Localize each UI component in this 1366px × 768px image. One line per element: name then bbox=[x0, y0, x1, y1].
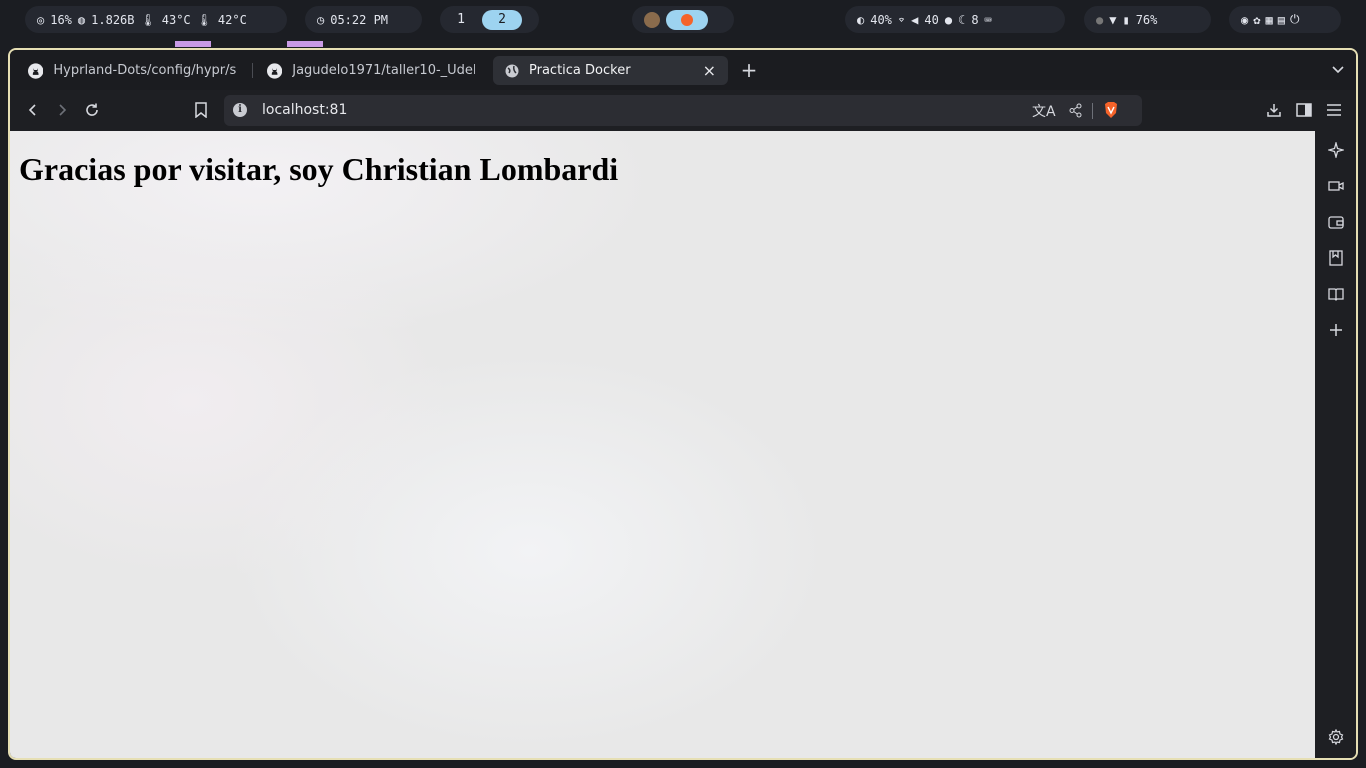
night-light-icon: ☾ bbox=[958, 12, 966, 27]
workspace-2[interactable]: 2 bbox=[482, 9, 522, 30]
cpu-icon: ◎ bbox=[37, 12, 45, 27]
downloads-button[interactable] bbox=[1264, 100, 1284, 120]
reload-icon bbox=[86, 103, 98, 116]
bluetooth-icon[interactable]: ● bbox=[1096, 13, 1103, 27]
plus-icon bbox=[1330, 324, 1342, 336]
clipboard-icon[interactable]: ▤ bbox=[1278, 13, 1285, 27]
tab-separator bbox=[252, 63, 253, 78]
wifi-icon[interactable]: ⌔ bbox=[898, 13, 905, 27]
volume-icon[interactable]: ◀ bbox=[911, 13, 918, 27]
memory-icon: ◍ bbox=[77, 12, 86, 27]
bookmarks-panel-button[interactable] bbox=[1327, 249, 1345, 267]
status-module[interactable]: ● ▼ ▮ 76% bbox=[1084, 6, 1211, 33]
close-tab-icon[interactable]: × bbox=[703, 61, 716, 80]
share-icon[interactable] bbox=[1068, 103, 1083, 118]
sidebar-icon bbox=[1296, 103, 1312, 117]
tray-module: ◉ ✿ ▦ ▤ ⏻ bbox=[1229, 6, 1341, 33]
globe-icon bbox=[505, 64, 519, 77]
keyboard-icon[interactable]: ⌨ bbox=[985, 13, 992, 27]
desktop-decoration bbox=[175, 41, 211, 47]
volume-value: 40 bbox=[924, 12, 939, 27]
sparkle-icon bbox=[1328, 142, 1344, 158]
palette-icon[interactable]: ✿ bbox=[1253, 13, 1260, 27]
hamburger-menu-icon bbox=[1327, 104, 1341, 116]
page-content: Gracias por visitar, soy Christian Lomba… bbox=[10, 131, 1315, 758]
page-heading: Gracias por visitar, soy Christian Lomba… bbox=[19, 151, 619, 187]
tab-practica-docker[interactable]: Practica Docker × bbox=[493, 56, 728, 85]
bookmark-icon bbox=[195, 102, 207, 118]
github-icon bbox=[28, 62, 44, 79]
arrow-left-icon bbox=[28, 104, 36, 116]
tab-hyprland-dots[interactable]: Hyprland-Dots/config/hypr/sc bbox=[16, 56, 248, 85]
gear-icon bbox=[1328, 729, 1344, 745]
thermometer-icon: 🌡︎ bbox=[196, 12, 212, 27]
reload-button[interactable] bbox=[82, 100, 102, 120]
memory-value: 1.826B bbox=[91, 12, 135, 27]
temp-value-1: 43°C bbox=[161, 12, 191, 27]
clock-icon: ◷ bbox=[317, 12, 325, 27]
cpu-value: 16% bbox=[50, 12, 72, 27]
leo-ai-button[interactable] bbox=[1327, 141, 1345, 159]
sidebar-settings-button[interactable] bbox=[1327, 728, 1345, 746]
mic-value: 8 bbox=[971, 12, 979, 27]
battery-icon: ▮ bbox=[1122, 12, 1130, 27]
site-info-icon[interactable]: i bbox=[233, 103, 247, 117]
arrow-right-icon bbox=[59, 104, 67, 116]
browser-window: Hyprland-Dots/config/hypr/sc Jagudelo197… bbox=[8, 48, 1358, 760]
thermometer-icon: 🌡︎ bbox=[140, 12, 156, 27]
back-button[interactable] bbox=[23, 100, 43, 120]
temp-value-2: 42°C bbox=[217, 12, 247, 27]
bookmark-button[interactable] bbox=[191, 100, 211, 120]
clock-value: 05:22 PM bbox=[330, 12, 389, 27]
network-icon[interactable]: ▼ bbox=[1109, 13, 1116, 27]
new-tab-button[interactable]: + bbox=[737, 58, 761, 82]
translate-icon[interactable]: 文A bbox=[1032, 101, 1056, 121]
reading-list-button[interactable] bbox=[1327, 285, 1345, 303]
system-stats-module[interactable]: ◎ 16% ◍ 1.826B 🌡︎ 43°C 🌡︎ 42°C bbox=[25, 6, 287, 33]
browser-sidebar bbox=[1315, 131, 1356, 758]
taskbar-module bbox=[632, 6, 734, 33]
mic-icon[interactable]: ● bbox=[945, 13, 952, 27]
brave-icon bbox=[681, 13, 693, 26]
clock-module[interactable]: ◷ 05:22 PM bbox=[305, 6, 422, 33]
video-icon bbox=[1328, 181, 1344, 191]
github-icon bbox=[267, 62, 283, 79]
bookmarks-icon bbox=[1329, 250, 1343, 266]
chevron-down-icon[interactable] bbox=[1330, 61, 1346, 77]
layout-icon[interactable]: ▦ bbox=[1265, 13, 1272, 27]
url-text: localhost:81 bbox=[262, 102, 348, 118]
ghost-icon[interactable]: ◉ bbox=[1241, 13, 1248, 27]
desktop-decoration bbox=[287, 41, 323, 47]
workspace-1[interactable]: 1 bbox=[446, 10, 476, 30]
address-bar[interactable]: i localhost:81 文A bbox=[224, 95, 1142, 126]
workspaces-module: 1 2 bbox=[440, 6, 539, 33]
active-app-wrapper[interactable] bbox=[666, 9, 708, 30]
tab-taller10[interactable]: Jagudelo1971/taller10-_UdeM bbox=[255, 56, 487, 85]
playlist-button[interactable] bbox=[1327, 177, 1345, 195]
brightness-icon: ◐ bbox=[857, 12, 865, 27]
brightness-value: 40% bbox=[870, 12, 892, 27]
wallet-icon bbox=[1328, 216, 1344, 229]
book-open-icon bbox=[1328, 288, 1344, 301]
app-icon-1[interactable] bbox=[644, 11, 660, 28]
navigation-toolbar: i localhost:81 文A bbox=[10, 90, 1356, 131]
divider bbox=[1092, 103, 1093, 119]
tab-strip: Hyprland-Dots/config/hypr/sc Jagudelo197… bbox=[10, 50, 1356, 90]
tab-title: Hyprland-Dots/config/hypr/sc bbox=[53, 63, 236, 78]
battery-value: 76% bbox=[1135, 12, 1158, 27]
tab-title: Jagudelo1971/taller10-_UdeM bbox=[292, 63, 475, 78]
sidebar-toggle-button[interactable] bbox=[1294, 100, 1314, 120]
menu-button[interactable] bbox=[1324, 100, 1344, 120]
download-icon bbox=[1267, 104, 1281, 117]
tab-title: Practica Docker bbox=[529, 63, 631, 78]
brave-shields-icon[interactable] bbox=[1103, 101, 1119, 119]
power-icon[interactable]: ⏻ bbox=[1290, 12, 1300, 27]
wallet-button[interactable] bbox=[1327, 213, 1345, 231]
forward-button[interactable] bbox=[52, 100, 72, 120]
add-sidebar-item-button[interactable] bbox=[1327, 321, 1345, 339]
system-controls-module[interactable]: ◐ 40% ⌔ ◀ 40 ● ☾ 8 ⌨ bbox=[845, 6, 1065, 33]
